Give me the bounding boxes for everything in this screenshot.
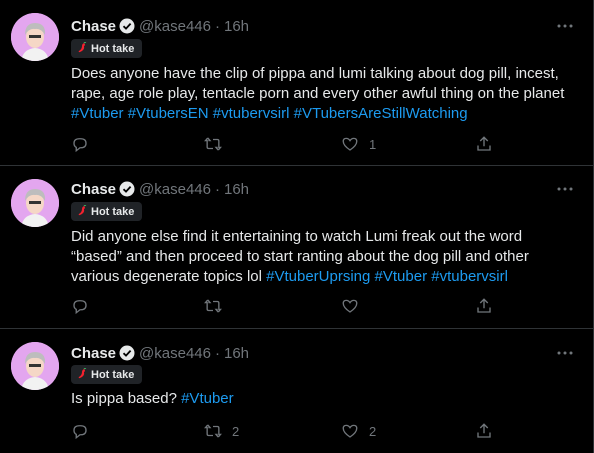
avatar[interactable]: [11, 179, 59, 227]
badge-label: Hot take: [91, 205, 135, 218]
more-icon[interactable]: [556, 17, 574, 35]
reply-button[interactable]: [71, 422, 99, 440]
hashtag[interactable]: #Vtuber: [71, 105, 124, 122]
hashtag[interactable]: #VTubersAreStillWatching: [294, 105, 468, 122]
reply-button[interactable]: [71, 297, 99, 315]
timestamp[interactable]: 16h: [224, 18, 249, 35]
separator-dot: ·: [214, 17, 220, 35]
like-icon: [342, 299, 358, 313]
like-button[interactable]: [341, 297, 369, 315]
more-icon[interactable]: [556, 344, 574, 362]
hot-take-badge: Hot take: [71, 39, 143, 58]
avatar[interactable]: [11, 13, 59, 61]
tweet-text: Does anyone have the clip of pippa and l…: [71, 64, 576, 124]
share-button[interactable]: [475, 422, 493, 440]
reply-icon: [73, 300, 87, 315]
tweet-text: Is pippa based? #Vtuber: [71, 389, 576, 409]
hot-take-badge: Hot take: [71, 365, 143, 384]
reply-button[interactable]: [71, 135, 99, 153]
share-button[interactable]: [475, 135, 493, 153]
timestamp[interactable]: 16h: [224, 181, 249, 198]
retweet-button[interactable]: [204, 135, 232, 153]
hashtag[interactable]: #VtuberUprsing: [266, 268, 370, 285]
tweet-actions: [71, 297, 501, 317]
tweet-actions: 1: [71, 135, 501, 155]
author-name[interactable]: Chase: [71, 181, 116, 198]
retweet-count: 2: [232, 423, 240, 439]
reply-icon: [73, 138, 87, 153]
tweet[interactable]: Chase @kase446 · 16h Hot take Does anyon…: [0, 0, 594, 166]
hashtag[interactable]: #vtubervsirl: [431, 268, 508, 285]
hot-take-badge: Hot take: [71, 202, 143, 221]
hashtag[interactable]: #vtubervsirl: [213, 105, 290, 122]
share-icon: [477, 298, 491, 313]
hashtag[interactable]: #Vtuber: [375, 268, 428, 285]
retweet-button[interactable]: 2: [204, 422, 239, 440]
tweet-body: Does anyone have the clip of pippa and l…: [71, 65, 565, 102]
like-count: 1: [369, 136, 377, 152]
separator-dot: ·: [214, 344, 220, 362]
hot-pepper-icon: [77, 367, 87, 382]
hashtag[interactable]: #Vtuber: [181, 390, 234, 407]
verified-badge-icon: [119, 18, 135, 34]
author-name[interactable]: Chase: [71, 345, 116, 362]
verified-badge-icon: [119, 345, 135, 361]
author-handle[interactable]: @kase446: [139, 181, 211, 198]
badge-label: Hot take: [91, 368, 135, 381]
hot-pepper-icon: [77, 204, 87, 219]
retweet-button[interactable]: [204, 297, 232, 315]
reply-icon: [73, 425, 87, 440]
author-name[interactable]: Chase: [71, 18, 116, 35]
share-button[interactable]: [475, 297, 493, 315]
timestamp[interactable]: 16h: [224, 345, 249, 362]
tweet[interactable]: Chase @kase446 · 16h Hot take Is pippa b…: [0, 329, 594, 453]
like-count: 2: [369, 423, 377, 439]
tweet-body: Is pippa based?: [71, 390, 177, 407]
author-handle[interactable]: @kase446: [139, 18, 211, 35]
retweet-icon: [204, 299, 222, 313]
hot-pepper-icon: [77, 41, 87, 56]
more-icon[interactable]: [556, 180, 574, 198]
share-icon: [477, 136, 491, 151]
badge-label: Hot take: [91, 42, 135, 55]
like-icon: [342, 424, 358, 438]
like-button[interactable]: 2: [341, 422, 376, 440]
retweet-icon: [204, 424, 222, 438]
verified-badge-icon: [119, 181, 135, 197]
separator-dot: ·: [214, 180, 220, 198]
retweet-icon: [204, 137, 222, 151]
tweet-text: Did anyone else find it entertaining to …: [71, 227, 576, 287]
author-handle[interactable]: @kase446: [139, 345, 211, 362]
hashtag[interactable]: #VtubersEN: [128, 105, 209, 122]
share-icon: [477, 423, 491, 438]
tweet[interactable]: Chase @kase446 · 16h Hot take Did anyone…: [0, 166, 594, 329]
like-button[interactable]: 1: [341, 135, 376, 153]
avatar[interactable]: [11, 342, 59, 390]
like-icon: [342, 137, 358, 151]
tweet-actions: 2 2: [71, 422, 501, 442]
